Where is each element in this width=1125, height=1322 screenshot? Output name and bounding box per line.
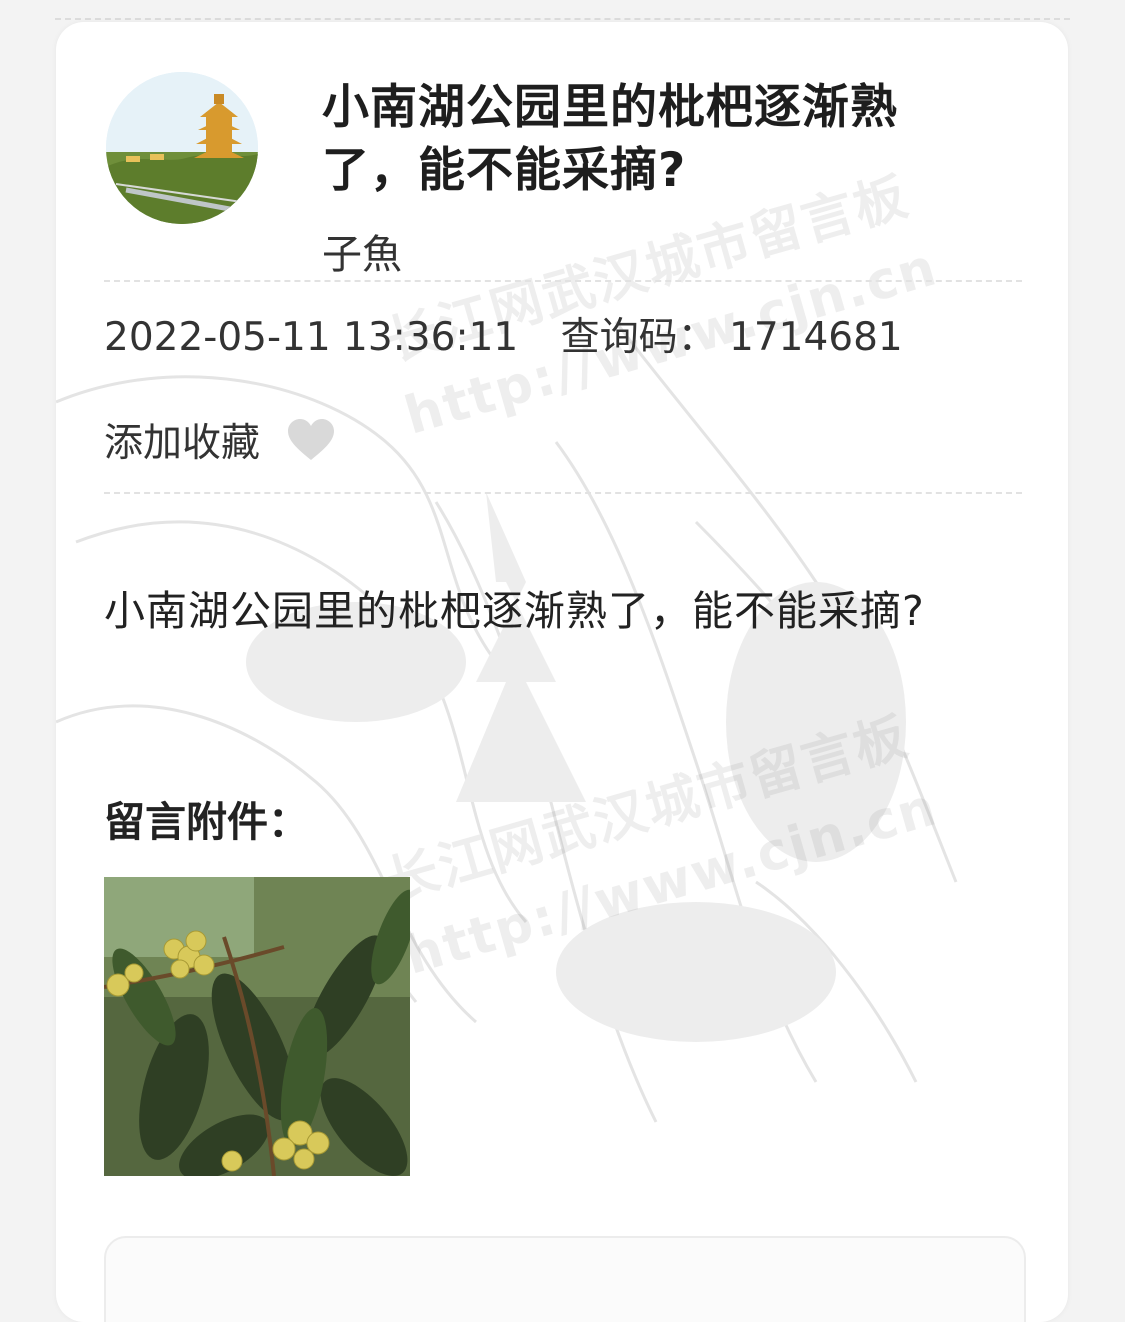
divider: [104, 492, 1022, 494]
yellow-crane-tower-avatar: [106, 72, 258, 224]
add-favorite-button[interactable]: 添加收藏: [104, 412, 336, 468]
loquat-photo: [104, 877, 410, 1176]
attachments-label: 留言附件：: [104, 798, 309, 846]
query-code: 1714681: [729, 315, 903, 360]
top-divider: [55, 18, 1070, 20]
post-title: 小南湖公园里的枇杷逐渐熟了，能不能采摘?: [322, 80, 898, 198]
query-code-label: 查询码：: [560, 315, 717, 360]
author-avatar[interactable]: [106, 72, 258, 224]
post-meta: 2022-05-11 13:36:11 查询码： 1714681: [104, 306, 903, 362]
heart-icon[interactable]: [286, 418, 336, 462]
attachment-image-thumbnail[interactable]: [104, 877, 410, 1176]
divider: [104, 280, 1022, 282]
post-datetime: 2022-05-11 13:36:11: [104, 315, 519, 360]
post-content: 小南湖公园里的枇杷逐渐熟了，能不能采摘?: [104, 587, 925, 635]
author-name[interactable]: 子魚: [322, 222, 402, 280]
next-section-box: [104, 1236, 1026, 1322]
favorite-label: 添加收藏: [104, 421, 261, 466]
message-card: 长江网武汉城市留言板 http://www.cjn.cn 长江网武汉城市留言板 …: [56, 22, 1068, 1322]
